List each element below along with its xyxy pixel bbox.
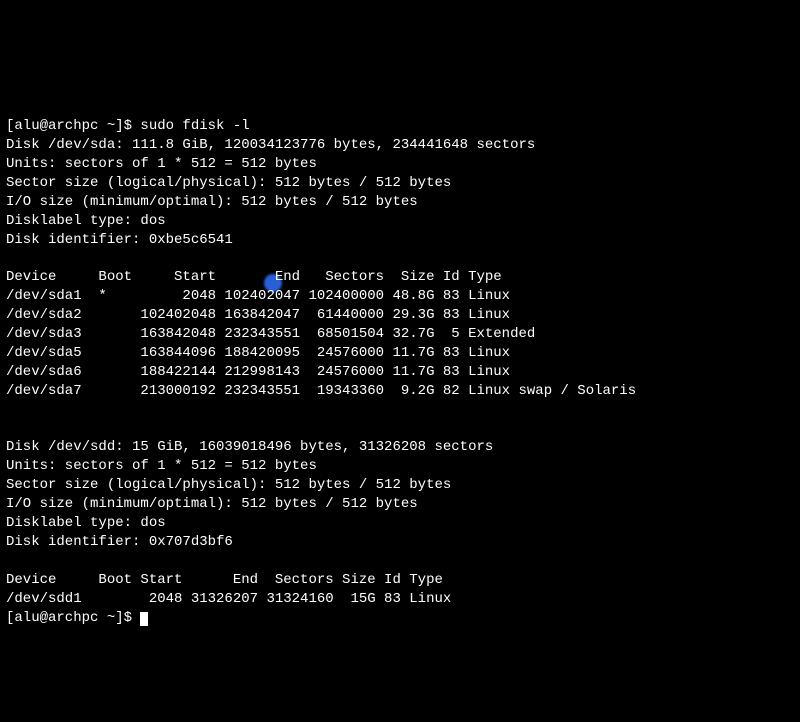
disk-sda-sector: Sector size (logical/physical): 512 byte… [6,175,451,191]
disk-sdd-sector: Sector size (logical/physical): 512 byte… [6,477,451,493]
prompt-line-2[interactable]: [alu@archpc ~]$ [6,610,148,626]
prompt-line-1[interactable]: [alu@archpc ~]$ sudo fdisk -l [6,118,250,134]
sda-table-header: Device Boot Start End Sectors Size Id Ty… [6,269,502,285]
sdd-table-header: Device Boot Start End Sectors Size Id Ty… [6,572,443,588]
disk-sda-ident: Disk identifier: 0xbe5c6541 [6,232,233,248]
disk-sda-units: Units: sectors of 1 * 512 = 512 bytes [6,156,317,172]
table-row: /dev/sda1 * 2048 102402047 102400000 48.… [6,288,510,304]
cursor-block [140,612,148,626]
table-row: /dev/sda3 163842048 232343551 68501504 3… [6,326,535,342]
table-row: /dev/sda2 102402048 163842047 61440000 2… [6,307,510,323]
table-row: /dev/sda6 188422144 212998143 24576000 1… [6,364,510,380]
disk-sdd-units: Units: sectors of 1 * 512 = 512 bytes [6,458,317,474]
disk-sdd-ident: Disk identifier: 0x707d3bf6 [6,534,233,550]
table-row: /dev/sdd1 2048 31326207 31324160 15G 83 … [6,591,451,607]
disk-sdd-io: I/O size (minimum/optimal): 512 bytes / … [6,496,418,512]
disk-sda-io: I/O size (minimum/optimal): 512 bytes / … [6,194,418,210]
disk-sdd-label: Disklabel type: dos [6,515,166,531]
table-row: /dev/sda5 163844096 188420095 24576000 1… [6,345,510,361]
terminal-output: [alu@archpc ~]$ sudo fdisk -l Disk /dev/… [6,80,794,628]
disk-sda-header: Disk /dev/sda: 111.8 GiB, 120034123776 b… [6,137,535,153]
disk-sda-label: Disklabel type: dos [6,213,166,229]
table-row: /dev/sda7 213000192 232343551 19343360 9… [6,383,636,399]
disk-sdd-header: Disk /dev/sdd: 15 GiB, 16039018496 bytes… [6,439,493,455]
